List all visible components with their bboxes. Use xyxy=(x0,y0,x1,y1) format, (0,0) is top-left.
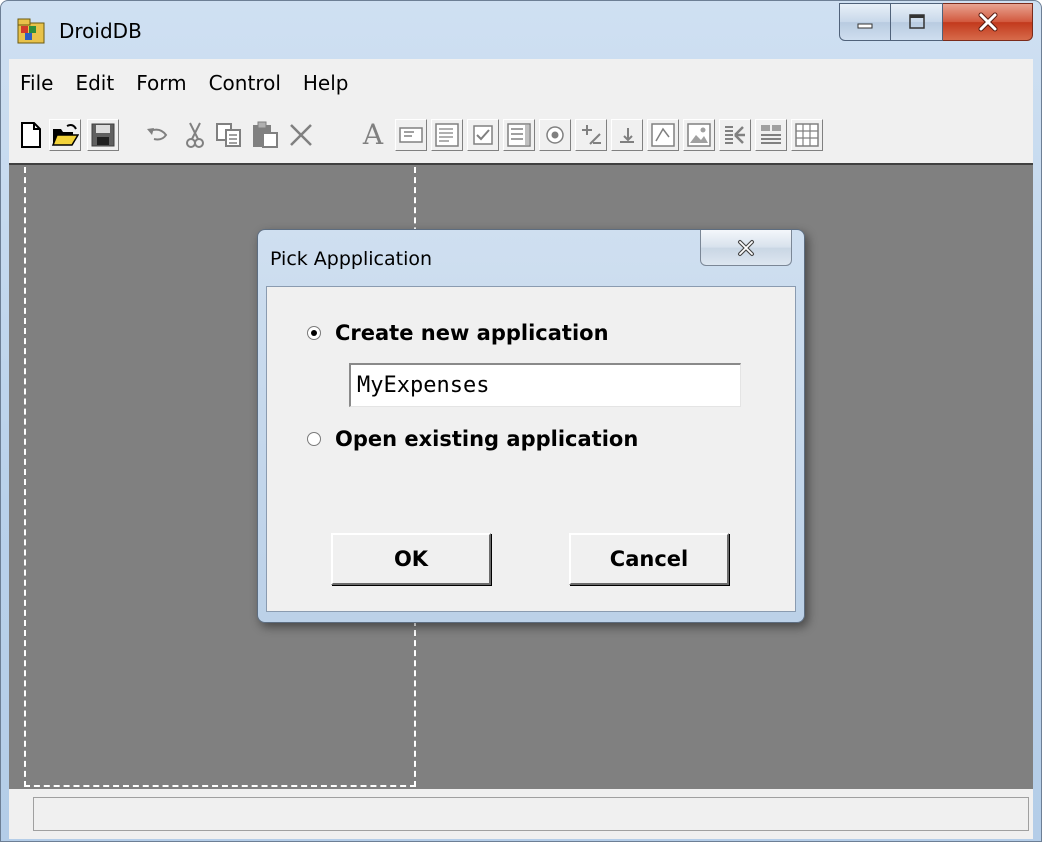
dialog-title: Pick Appplication xyxy=(270,248,433,270)
radio-tool-icon xyxy=(546,126,564,144)
multiline-text-tool-icon xyxy=(435,123,459,147)
layout-tool-icon xyxy=(761,125,781,144)
delete-icon xyxy=(290,124,312,146)
listbox-tool-button[interactable] xyxy=(503,119,535,151)
cancel-button[interactable]: Cancel xyxy=(569,533,729,585)
minimize-button[interactable] xyxy=(839,3,891,41)
window-controls xyxy=(839,3,1033,43)
ok-button[interactable]: OK xyxy=(331,533,491,585)
checkbox-tool-icon xyxy=(473,125,493,145)
insert-tool-button[interactable] xyxy=(719,119,751,151)
checkbox-tool-button[interactable] xyxy=(467,119,499,151)
menu-bar: File Edit Form Control Help xyxy=(9,59,1033,108)
menu-edit[interactable]: Edit xyxy=(64,59,125,107)
label-tool-icon: A xyxy=(362,118,384,151)
main-window: DroidDB File Edit Form Control Help A Pi… xyxy=(0,0,1042,842)
minimize-icon xyxy=(857,23,873,29)
close-icon xyxy=(978,12,997,32)
image-tool-icon xyxy=(687,123,711,147)
droiddb-app-icon xyxy=(17,18,45,44)
application-name-input[interactable] xyxy=(349,363,741,407)
dialog-body: Create new application Open existing app… xyxy=(266,286,796,612)
save-button[interactable] xyxy=(87,119,119,151)
menu-form[interactable]: Form xyxy=(125,59,197,107)
textbox-tool-icon xyxy=(399,127,423,143)
radio-tool-button[interactable] xyxy=(539,119,571,151)
maximize-button[interactable] xyxy=(891,3,943,41)
new-file-icon xyxy=(21,122,41,148)
pick-application-dialog: Pick Appplication Create new application… xyxy=(257,229,805,623)
menu-help[interactable]: Help xyxy=(292,59,360,107)
listbox-tool-icon xyxy=(507,123,531,147)
open-radio[interactable] xyxy=(307,432,321,446)
spinner-tool-icon xyxy=(582,125,601,145)
insert-tool-icon xyxy=(725,126,745,144)
close-icon xyxy=(738,239,754,256)
window-title: DroidDB xyxy=(59,19,142,43)
create-option-label[interactable]: Create new application xyxy=(335,321,609,345)
cut-button[interactable] xyxy=(179,119,211,151)
grid-tool-button[interactable] xyxy=(791,119,823,151)
cut-icon xyxy=(186,122,204,148)
combo-tool-icon xyxy=(651,123,675,147)
toolbar: A xyxy=(9,107,1033,163)
paste-icon xyxy=(253,121,278,148)
title-bar[interactable]: DroidDB xyxy=(1,1,1041,59)
create-option[interactable]: Create new application xyxy=(307,321,609,345)
delete-button[interactable] xyxy=(285,119,317,151)
button-tool-icon xyxy=(620,128,634,143)
close-button[interactable] xyxy=(943,3,1033,41)
combo-tool-button[interactable] xyxy=(647,119,679,151)
dialog-close-button[interactable] xyxy=(700,230,792,266)
image-tool-button[interactable] xyxy=(683,119,715,151)
menu-control[interactable]: Control xyxy=(198,59,292,107)
copy-icon xyxy=(216,123,241,147)
menu-file[interactable]: File xyxy=(9,59,64,107)
layout-tool-button[interactable] xyxy=(755,119,787,151)
status-bar xyxy=(9,789,1033,839)
label-tool-button[interactable]: A xyxy=(357,119,389,151)
undo-icon xyxy=(147,128,168,141)
grid-tool-icon xyxy=(795,123,819,147)
open-folder-icon xyxy=(51,124,79,146)
status-field xyxy=(33,797,1029,831)
spinner-tool-button[interactable] xyxy=(575,119,607,151)
paste-button[interactable] xyxy=(249,119,281,151)
new-file-button[interactable] xyxy=(15,119,47,151)
undo-button[interactable] xyxy=(141,119,173,151)
multiline-tool-button[interactable] xyxy=(431,119,463,151)
save-icon xyxy=(91,123,115,147)
maximize-icon xyxy=(908,14,925,29)
copy-button[interactable] xyxy=(213,119,245,151)
create-radio[interactable] xyxy=(307,326,321,340)
open-button[interactable] xyxy=(49,119,81,151)
button-tool-button[interactable] xyxy=(611,119,643,151)
textbox-tool-button[interactable] xyxy=(395,119,427,151)
open-option[interactable]: Open existing application xyxy=(307,427,638,451)
open-option-label[interactable]: Open existing application xyxy=(335,427,638,451)
